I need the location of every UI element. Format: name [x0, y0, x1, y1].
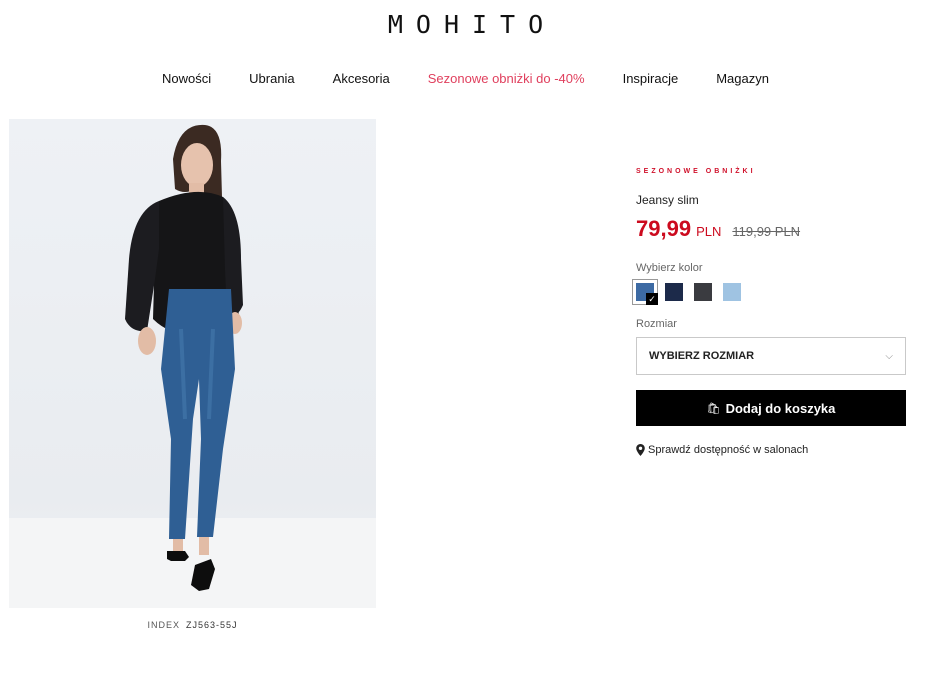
model-figure: [125, 124, 243, 591]
map-pin-icon: [636, 444, 645, 456]
store-link-label: Sprawdź dostępność w salonach: [648, 444, 809, 456]
color-swatch-denim-blue[interactable]: ✓: [632, 279, 658, 305]
shopping-bag-icon: 🛍: [706, 402, 721, 415]
brand-logo[interactable]: MOHITO: [0, 10, 931, 39]
add-to-cart-button[interactable]: 🛍 Dodaj do koszyka: [636, 390, 906, 426]
nav-item-akcesoria[interactable]: Akcesoria: [333, 71, 390, 86]
product-info-panel: SEZONOWE OBNIŻKI Jeansy slim 79,99 PLN 1…: [632, 160, 906, 456]
color-swatch-light-blue[interactable]: [723, 283, 741, 301]
color-swatches: ✓: [632, 279, 906, 305]
main-nav: Nowości Ubrania Akcesoria Sezonowe obniż…: [0, 71, 931, 86]
color-swatch-dark-grey[interactable]: [694, 283, 712, 301]
nav-item-nowosci[interactable]: Nowości: [162, 71, 211, 86]
nav-item-magazyn[interactable]: Magazyn: [716, 71, 769, 86]
color-swatch-navy[interactable]: [665, 283, 683, 301]
size-label: Rozmiar: [636, 318, 677, 330]
product-index: INDEX ZJ563-55J: [9, 620, 376, 630]
chevron-down-icon: ⌵: [885, 350, 893, 362]
price-currency: PLN: [696, 224, 722, 239]
add-to-cart-label: Dodaj do koszyka: [725, 400, 836, 416]
old-price: 119,99 PLN: [732, 224, 801, 239]
size-select[interactable]: WYBIERZ ROZMIAR ⌵: [636, 337, 906, 375]
product-name: Jeansy slim: [636, 193, 699, 207]
index-label: INDEX: [147, 620, 180, 630]
color-label: Wybierz kolor: [636, 262, 703, 274]
checkmark-icon: ✓: [646, 293, 658, 305]
sale-badge: SEZONOWE OBNIŻKI: [636, 168, 756, 175]
nav-item-sezonowe-obnizki[interactable]: Sezonowe obniżki do -40%: [428, 71, 585, 86]
current-price: 79,99: [636, 216, 692, 241]
size-select-value: WYBIERZ ROZMIAR: [649, 350, 755, 362]
nav-item-inspiracje[interactable]: Inspiracje: [623, 71, 679, 86]
nav-item-ubrania[interactable]: Ubrania: [249, 71, 295, 86]
index-code: ZJ563-55J: [185, 620, 238, 630]
price-row: 79,99 PLN 119,99 PLN: [636, 216, 906, 242]
store-availability-link[interactable]: Sprawdź dostępność w salonach: [636, 444, 906, 456]
product-image[interactable]: [9, 119, 376, 608]
